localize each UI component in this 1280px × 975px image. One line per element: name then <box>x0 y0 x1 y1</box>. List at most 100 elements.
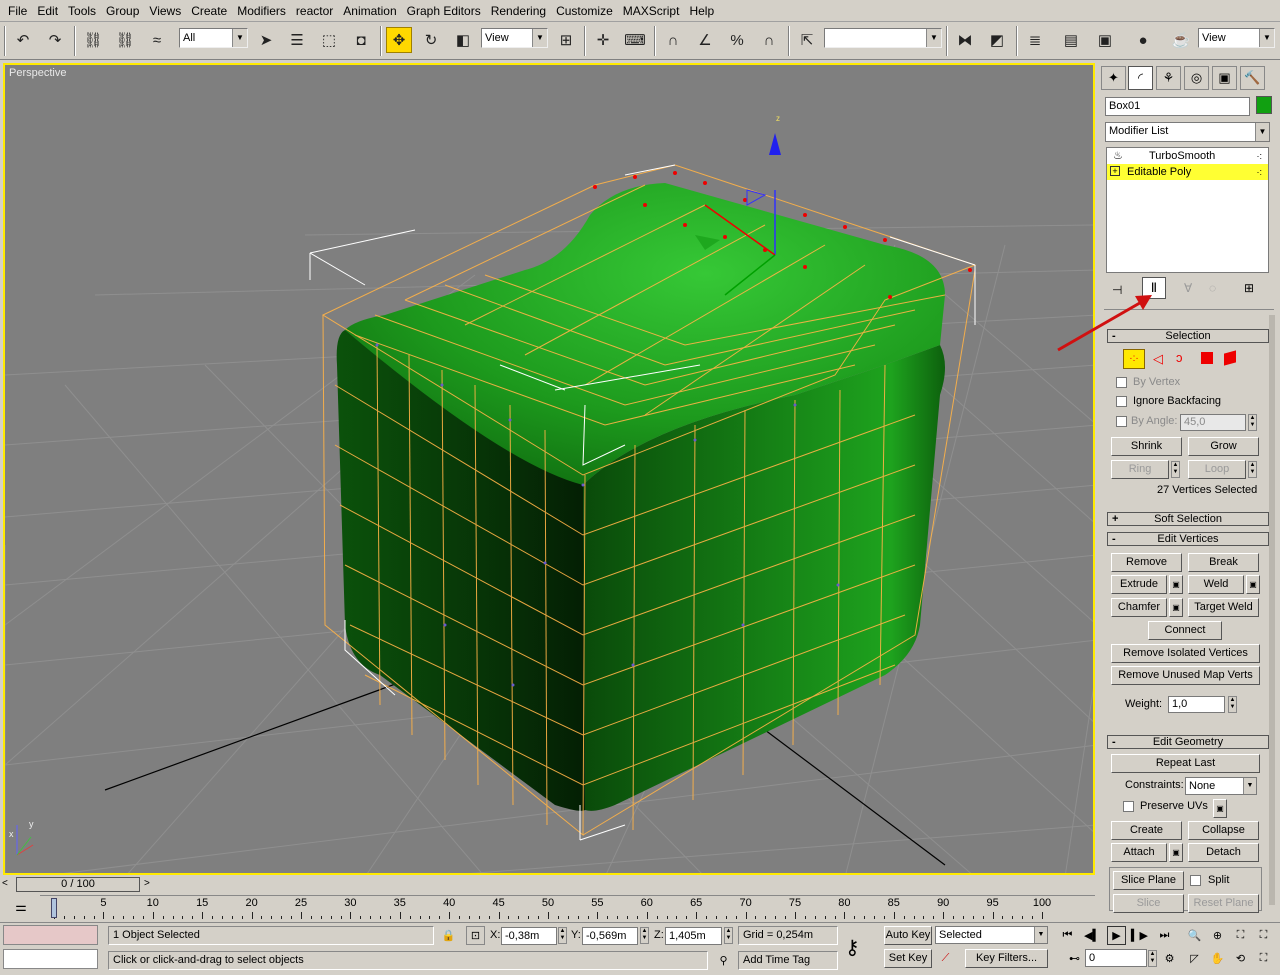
chamfer-button[interactable]: Chamfer <box>1111 598 1167 617</box>
connect-button[interactable]: Connect <box>1148 621 1222 640</box>
slice-button[interactable]: Slice <box>1113 894 1184 913</box>
zoom-all-icon[interactable]: ⊕ <box>1208 926 1227 945</box>
maxscript-input-mini[interactable] <box>3 949 98 969</box>
reference-coordinate-dropdown[interactable]: View ▼ <box>481 28 548 48</box>
percent-snap-icon[interactable]: % <box>724 27 750 53</box>
detach-button[interactable]: Detach <box>1188 843 1259 862</box>
weld-button[interactable]: Weld <box>1188 575 1244 594</box>
go-to-start-icon[interactable]: ⏮ <box>1058 926 1077 945</box>
weight-spinner-icon[interactable]: ▲ ▼ <box>1228 696 1237 713</box>
make-unique-icon[interactable]: ∀ <box>1184 281 1192 295</box>
by-angle-value-field[interactable]: 45,0 <box>1180 414 1246 431</box>
unlink-icon[interactable]: ⛓ <box>112 27 138 53</box>
auto-key-button[interactable]: Auto Key <box>884 926 932 945</box>
set-key-button[interactable]: Set Key <box>884 949 932 968</box>
by-angle-checkbox[interactable] <box>1116 416 1127 427</box>
default-tangent-icon[interactable]: ⟋ <box>936 949 955 968</box>
next-frame-icon[interactable]: ▍▶ <box>1130 926 1149 945</box>
slider-left-arrow-icon[interactable]: < <box>2 878 8 889</box>
menu-customize[interactable]: Customize <box>551 0 618 22</box>
perspective-viewport[interactable]: Perspective z y x <box>3 63 1095 875</box>
soft-selection-rollout-header[interactable]: + Soft Selection <box>1107 512 1269 526</box>
grow-button[interactable]: Grow <box>1188 437 1259 456</box>
polygon-mode-icon[interactable] <box>1201 352 1213 364</box>
extrude-settings-icon[interactable]: ▣ <box>1169 575 1183 594</box>
menu-help[interactable]: Help <box>684 0 719 22</box>
x-coord-field[interactable]: -0,38m <box>501 927 557 945</box>
weld-settings-icon[interactable]: ▣ <box>1246 575 1260 594</box>
slider-right-arrow-icon[interactable]: > <box>144 878 150 889</box>
menu-tools[interactable]: Tools <box>63 0 101 22</box>
zoom-extents-icon[interactable]: ⛶ <box>1231 926 1250 945</box>
repeat-last-button[interactable]: Repeat Last <box>1111 754 1260 773</box>
configure-modifier-sets-icon[interactable]: ⊞ <box>1244 281 1254 295</box>
maximize-viewport-icon[interactable]: ⛶ <box>1254 949 1273 968</box>
key-mode-toggle-icon[interactable]: ⊷ <box>1065 949 1084 968</box>
create-tab-icon[interactable]: ✦ <box>1101 66 1126 90</box>
panel-scrollbar[interactable] <box>1269 315 1275 905</box>
render-scene-icon[interactable]: ☕ <box>1168 27 1194 53</box>
angle-spinner-icon[interactable]: ▲ ▼ <box>1248 414 1257 431</box>
shrink-button[interactable]: Shrink <box>1111 437 1182 456</box>
display-tab-icon[interactable]: ▣ <box>1212 66 1237 90</box>
add-time-tag-button[interactable]: Add Time Tag <box>738 951 838 970</box>
constraints-dropdown[interactable]: None ▼ <box>1185 777 1257 795</box>
by-vertex-checkbox[interactable] <box>1116 377 1127 388</box>
modifier-stack[interactable]: ♨ TurboSmooth ·: + Editable Poly ·: <box>1106 147 1269 273</box>
select-and-link-icon[interactable]: ⛓ <box>80 27 106 53</box>
element-mode-icon[interactable] <box>1224 350 1236 366</box>
border-mode-icon[interactable]: ↄ <box>1176 350 1183 365</box>
previous-frame-icon[interactable]: ◀▍ <box>1083 926 1102 945</box>
menu-modifiers[interactable]: Modifiers <box>232 0 291 22</box>
key-filters-button[interactable]: Key Filters... <box>965 949 1048 968</box>
chamfer-settings-icon[interactable]: ▣ <box>1169 598 1183 617</box>
menu-graph-editors[interactable]: Graph Editors <box>402 0 486 22</box>
track-bar-icon[interactable]: ⚌ <box>10 899 32 917</box>
select-object-icon[interactable]: ➤ <box>253 27 279 53</box>
go-to-end-icon[interactable]: ⏭ <box>1155 926 1174 945</box>
selection-filter-dropdown[interactable]: All ▼ <box>179 28 248 48</box>
lightbulb-icon[interactable]: ♨ <box>1113 148 1123 164</box>
angle-snap-icon[interactable]: ∠ <box>692 27 718 53</box>
named-selection-sets-dropdown[interactable]: ▼ <box>824 28 942 48</box>
break-button[interactable]: Break <box>1188 553 1259 572</box>
select-and-rotate-icon[interactable]: ↻ <box>418 27 444 53</box>
stack-item-turbosmooth[interactable]: ♨ TurboSmooth ·: <box>1107 148 1268 164</box>
pan-icon[interactable]: ✋ <box>1208 949 1227 968</box>
bind-space-warp-icon[interactable]: ≈ <box>144 27 170 53</box>
z-coord-field[interactable]: 1,405m <box>665 927 722 945</box>
create-button[interactable]: Create <box>1111 821 1182 840</box>
attach-button[interactable]: Attach <box>1111 843 1167 862</box>
weight-field[interactable]: 1,0 <box>1168 696 1225 713</box>
current-time-marker[interactable] <box>51 898 57 918</box>
window-crossing-icon[interactable]: ◘ <box>348 27 374 53</box>
menu-rendering[interactable]: Rendering <box>486 0 551 22</box>
current-frame-field[interactable]: 0 <box>1085 949 1147 967</box>
time-configuration-icon[interactable]: ⚙ <box>1160 949 1179 968</box>
time-slider[interactable]: 0 / 100 <box>16 877 140 892</box>
curve-editor-icon[interactable]: ▤ <box>1058 27 1084 53</box>
field-of-view-icon[interactable]: ◸ <box>1185 949 1204 968</box>
edit-vertices-rollout-header[interactable]: - Edit Vertices <box>1107 532 1269 546</box>
reset-plane-button[interactable]: Reset Plane <box>1188 894 1259 913</box>
track-bar[interactable]: 0510152025303540455055606570758085909510… <box>40 895 1095 922</box>
frame-spinner-icon[interactable]: ▲ ▼ <box>1148 950 1157 967</box>
maxscript-listener-mini[interactable] <box>3 925 98 945</box>
select-and-scale-icon[interactable]: ◧ <box>450 27 476 53</box>
stack-item-editable-poly[interactable]: + Editable Poly ·: <box>1107 164 1268 180</box>
select-and-move-icon[interactable]: ✥ <box>386 27 412 53</box>
edit-named-selection-icon[interactable]: ⇱ <box>794 27 820 53</box>
menu-views[interactable]: Views <box>144 0 186 22</box>
modify-tab-icon[interactable]: ◜ <box>1128 66 1153 90</box>
undo-icon[interactable]: ↶ <box>10 27 36 53</box>
collapse-button[interactable]: Collapse <box>1188 821 1259 840</box>
play-icon[interactable]: ▶ <box>1107 926 1126 945</box>
menu-group[interactable]: Group <box>101 0 144 22</box>
extrude-button[interactable]: Extrude <box>1111 575 1167 594</box>
hierarchy-tab-icon[interactable]: ⚘ <box>1156 66 1181 90</box>
schematic-view-icon[interactable]: ▣ <box>1092 27 1118 53</box>
motion-tab-icon[interactable]: ◎ <box>1184 66 1209 90</box>
menu-create[interactable]: Create <box>186 0 232 22</box>
material-editor-icon[interactable]: ● <box>1130 27 1156 53</box>
spinner-snap-icon[interactable]: ∩ <box>756 27 782 53</box>
